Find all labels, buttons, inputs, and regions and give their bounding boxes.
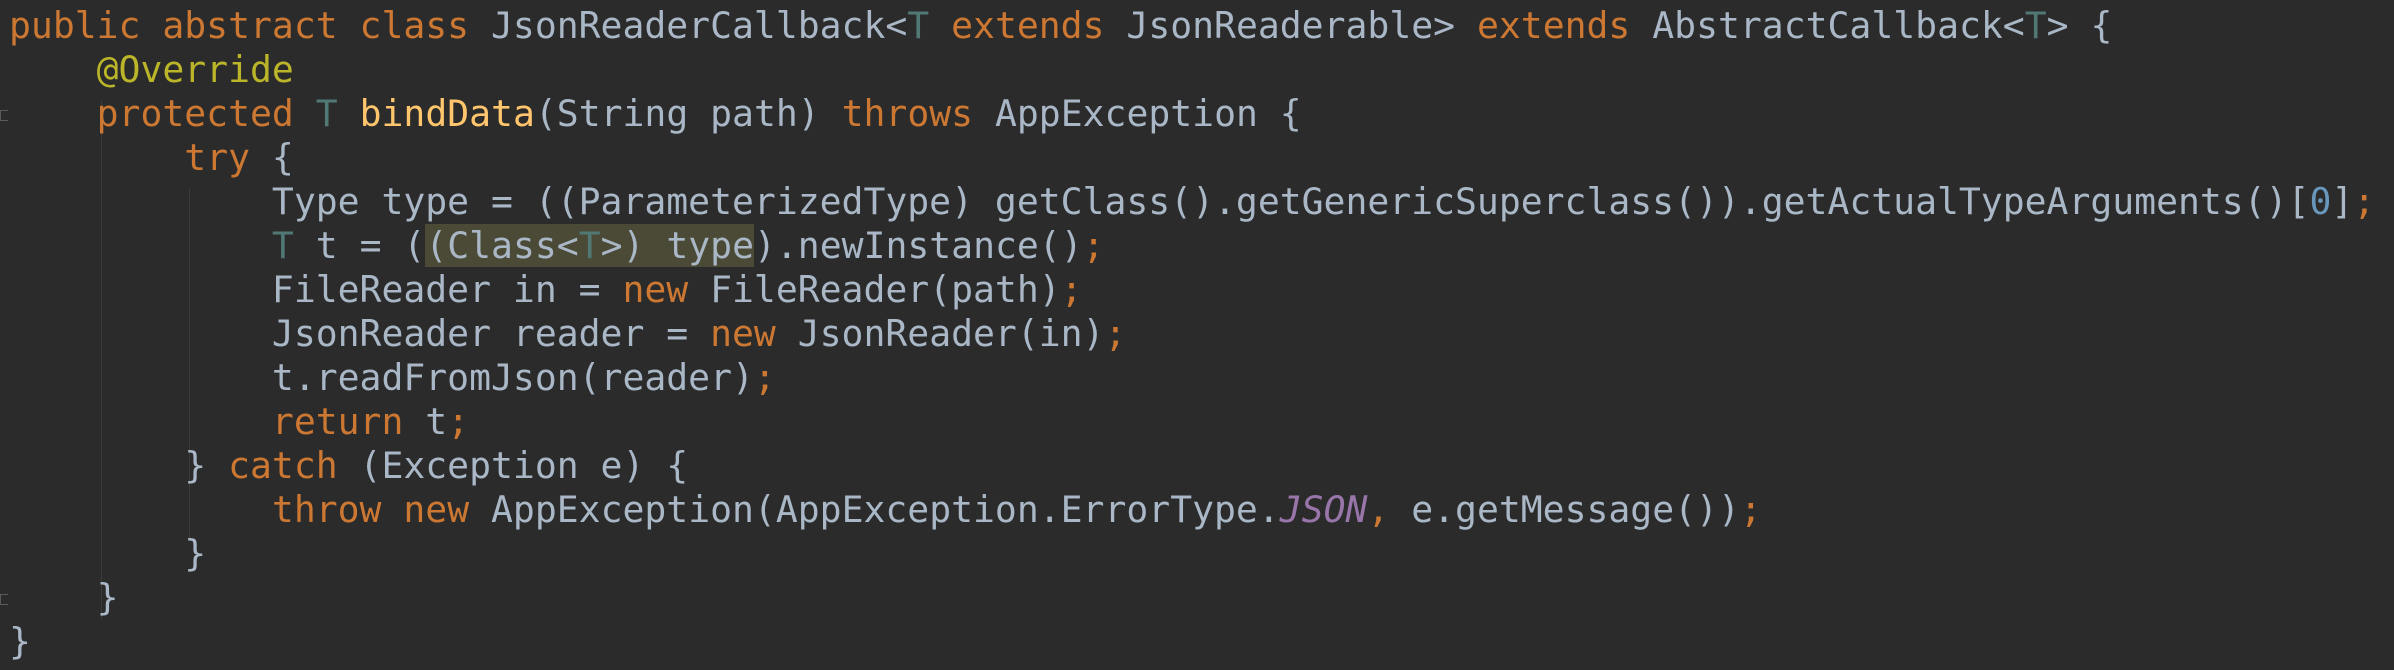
code-token: , bbox=[1367, 488, 1412, 531]
code-token: 0 bbox=[2309, 180, 2332, 223]
code-line[interactable]: return t; bbox=[9, 400, 469, 444]
code-token: } bbox=[9, 444, 229, 487]
code-token: new bbox=[622, 268, 689, 311]
code-line[interactable]: } bbox=[9, 576, 119, 620]
code-token: JsonReaderable> bbox=[1104, 4, 1477, 47]
code-token: JsonReaderCallback< bbox=[469, 4, 908, 47]
code-line[interactable]: } bbox=[9, 532, 206, 576]
code-token: extends bbox=[951, 4, 1105, 47]
code-token: } bbox=[9, 620, 31, 663]
code-token: (Class< bbox=[425, 224, 579, 267]
code-token: >) type bbox=[600, 224, 754, 267]
code-editor[interactable]: public abstract class JsonReaderCallback… bbox=[0, 0, 2394, 670]
code-token: t.readFromJson(reader) bbox=[9, 356, 754, 399]
code-token: } bbox=[9, 576, 119, 619]
code-token: t bbox=[403, 400, 448, 443]
code-line[interactable]: T t = ((Class<T>) type).newInstance(); bbox=[9, 224, 1105, 268]
code-token: FileReader in = bbox=[9, 268, 623, 311]
code-line[interactable]: } bbox=[9, 620, 31, 664]
code-token: ; bbox=[1060, 268, 1083, 311]
code-token: return bbox=[271, 400, 404, 443]
code-token: ; bbox=[2353, 180, 2376, 223]
code-token: bindData bbox=[359, 92, 535, 135]
code-token: ; bbox=[447, 400, 470, 443]
code-token: new bbox=[710, 312, 776, 355]
code-token: { bbox=[250, 136, 294, 179]
code-token: extends bbox=[1476, 4, 1631, 47]
code-token: AppException { bbox=[973, 92, 1302, 135]
code-token: FileReader(path) bbox=[688, 268, 1061, 311]
code-line[interactable]: try { bbox=[9, 136, 294, 180]
code-token: ; bbox=[1739, 488, 1762, 531]
code-line[interactable]: protected T bindData(String path) throws… bbox=[9, 92, 1302, 136]
code-line[interactable]: t.readFromJson(reader); bbox=[9, 356, 776, 400]
code-token: ; bbox=[1104, 312, 1127, 355]
code-line[interactable]: FileReader in = new FileReader(path); bbox=[9, 268, 1083, 312]
code-token: } bbox=[9, 532, 207, 575]
code-token: throw new bbox=[271, 488, 470, 531]
code-line[interactable]: JsonReader reader = new JsonReader(in); bbox=[9, 312, 1126, 356]
code-token: T bbox=[907, 4, 930, 47]
code-token: ).newInstance() bbox=[753, 224, 1083, 267]
code-line[interactable]: @Override bbox=[9, 48, 294, 92]
code-line[interactable]: Type type = ((ParameterizedType) getClas… bbox=[9, 180, 2375, 224]
code-token: JsonReader(in) bbox=[775, 312, 1105, 355]
code-token: catch bbox=[228, 444, 338, 487]
fold-marker-icon[interactable] bbox=[0, 594, 8, 605]
code-token: ] bbox=[2331, 180, 2354, 223]
code-line[interactable]: public abstract class JsonReaderCallback… bbox=[9, 4, 2112, 48]
code-token: @Override bbox=[96, 48, 294, 91]
code-token: T bbox=[315, 92, 338, 135]
code-token: public abstract class bbox=[9, 4, 470, 47]
code-token: throws bbox=[841, 92, 974, 135]
code-token: (Exception e) { bbox=[337, 444, 689, 487]
code-token: JSON bbox=[1279, 488, 1368, 531]
code-token: Type type = ((ParameterizedType) getClas… bbox=[9, 180, 2310, 223]
code-line[interactable]: } catch (Exception e) { bbox=[9, 444, 688, 488]
code-token: > { bbox=[2046, 4, 2113, 47]
code-token: AbstractCallback< bbox=[1630, 4, 2025, 47]
code-token: ; bbox=[753, 356, 776, 399]
code-token: e.getMessage()) bbox=[1411, 488, 1740, 531]
code-token: T bbox=[271, 224, 294, 267]
code-token: JsonReader reader = bbox=[9, 312, 711, 355]
code-token: T bbox=[578, 224, 601, 267]
code-token: AppException(AppException.ErrorType. bbox=[469, 488, 1280, 531]
code-token: try bbox=[184, 136, 251, 179]
code-token: ; bbox=[1082, 224, 1105, 267]
code-token: t = ( bbox=[293, 224, 426, 267]
code-token: protected bbox=[96, 92, 294, 135]
code-line[interactable]: throw new AppException(AppException.Erro… bbox=[9, 488, 1762, 532]
code-token: (String path) bbox=[534, 92, 842, 135]
fold-marker-icon[interactable] bbox=[0, 110, 8, 121]
code-token: T bbox=[2024, 4, 2047, 47]
